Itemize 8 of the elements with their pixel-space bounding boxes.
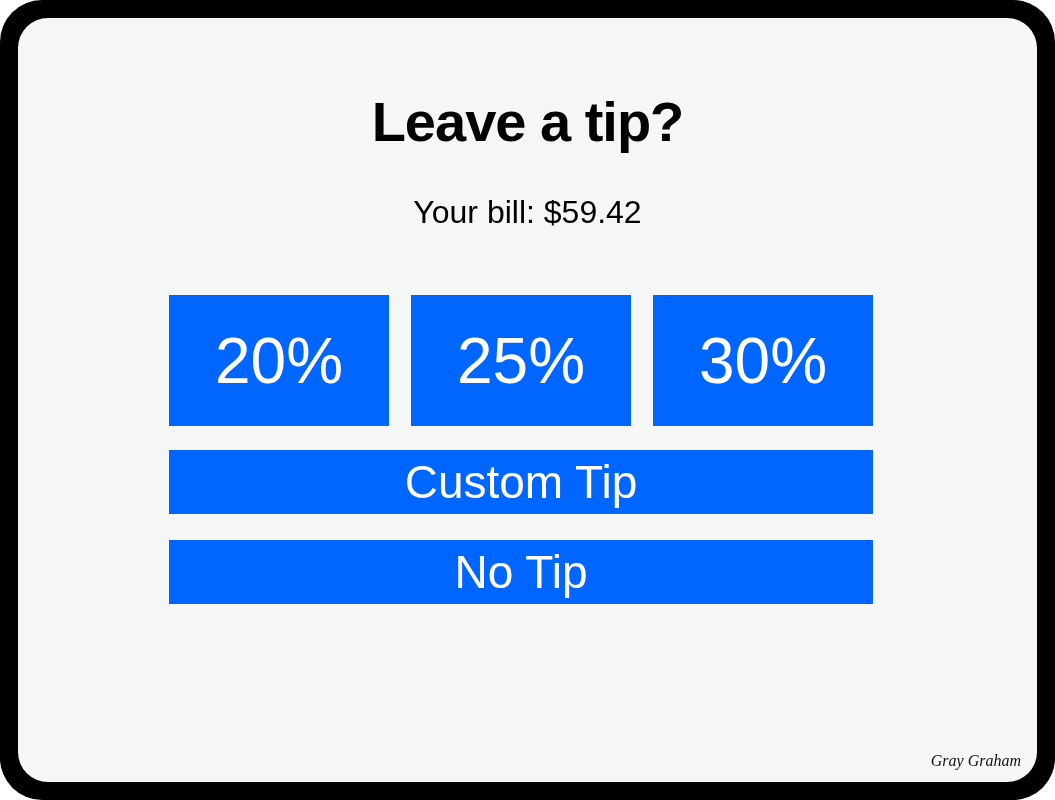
tip-percent-button[interactable]: 20% (169, 295, 389, 426)
signature: Gray Graham (930, 752, 1021, 770)
tip-percent-button[interactable]: 25% (411, 295, 631, 426)
bill-total: Your bill: $59.42 (413, 193, 642, 231)
dialog-title: Leave a tip? (371, 90, 684, 154)
tip-option-button[interactable]: No Tip (169, 540, 873, 604)
tip-option-button[interactable]: Custom Tip (169, 450, 873, 514)
tip-percent-button[interactable]: 30% (653, 295, 873, 426)
